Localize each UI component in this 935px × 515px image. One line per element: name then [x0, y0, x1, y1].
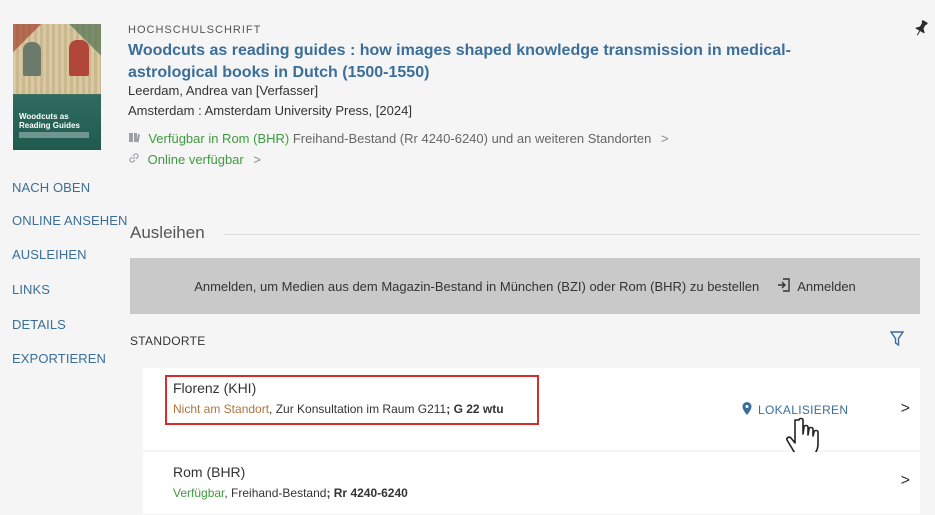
- nav-details[interactable]: DETAILS: [12, 317, 66, 332]
- pin-icon[interactable]: [910, 18, 931, 42]
- nav-exportieren[interactable]: EXPORTIEREN: [12, 351, 106, 366]
- nav-links[interactable]: LINKS: [12, 282, 50, 297]
- availability-line[interactable]: Verfügbar in Rom (BHR) Freihand-Bestand …: [128, 131, 669, 146]
- filter-icon[interactable]: [889, 331, 905, 352]
- cover-title-line: Reading Guides: [19, 121, 80, 130]
- book-icon: [128, 132, 144, 146]
- record-type: HOCHSCHULSCHRIFT: [128, 24, 262, 36]
- online-label: Online verfügbar: [147, 152, 244, 167]
- record-title[interactable]: Woodcuts as reading guides : how images …: [128, 40, 828, 84]
- location-row-rom[interactable]: Rom (BHR) Verfügbar, Freihand-Bestand; R…: [143, 452, 920, 514]
- record-author: Leerdam, Andrea van [Verfasser]: [128, 83, 319, 98]
- login-button-label: Anmelden: [797, 278, 856, 294]
- location-detail: , Freihand-Bestand: [224, 486, 327, 500]
- location-pin-icon: [742, 402, 752, 418]
- location-name: Rom (BHR): [173, 464, 246, 480]
- cover-figure: [69, 40, 89, 76]
- availability-status: Verfügbar in Rom (BHR): [148, 131, 290, 146]
- lokalisieren-label: LOKALISIEREN: [758, 403, 849, 417]
- nav-online-ansehen[interactable]: ONLINE ANSEHEN: [12, 213, 128, 228]
- online-line[interactable]: Online verfügbar >: [128, 152, 261, 167]
- book-cover[interactable]: Woodcuts as Reading Guides: [13, 24, 101, 150]
- link-icon: [128, 152, 144, 167]
- login-banner: Anmelden, um Medien aus dem Magazin-Best…: [130, 258, 920, 314]
- ausleihen-heading: Ausleihen: [130, 223, 205, 242]
- login-button[interactable]: Anmelden: [777, 277, 856, 295]
- location-availability: Verfügbar: [173, 486, 225, 500]
- cover-subtitle-bar: [19, 132, 89, 138]
- chevron-right-icon[interactable]: >: [901, 472, 910, 490]
- cover-title: Woodcuts as Reading Guides: [19, 112, 80, 130]
- location-status: Verfügbar, Freihand-Bestand; Rr 4240-624…: [173, 486, 408, 500]
- chevron-right-icon: >: [253, 152, 261, 167]
- login-icon: [777, 277, 791, 295]
- highlight-box: [165, 375, 539, 425]
- cover-title-line: Woodcuts as: [19, 112, 69, 121]
- cover-figure: [23, 42, 41, 76]
- record-publication: Amsterdam : Amsterdam University Press, …: [128, 103, 412, 118]
- availability-detail: Freihand-Bestand (Rr 4240-6240) und an w…: [292, 131, 652, 146]
- chevron-right-icon[interactable]: >: [901, 400, 910, 418]
- divider: [224, 234, 920, 235]
- standorte-heading: STANDORTE: [130, 334, 206, 348]
- nav-ausleihen[interactable]: AUSLEIHEN: [12, 247, 87, 262]
- nav-nach-oben[interactable]: NACH OBEN: [12, 180, 90, 195]
- chevron-right-icon: >: [660, 131, 669, 146]
- login-message: Anmelden, um Medien aus dem Magazin-Best…: [194, 278, 760, 294]
- location-callnumber: ; Rr 4240-6240: [326, 486, 408, 500]
